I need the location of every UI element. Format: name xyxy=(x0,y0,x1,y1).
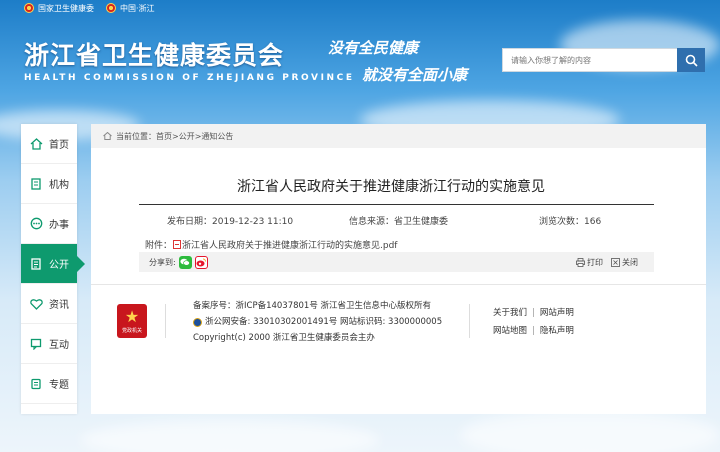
share-bar: 分享到: 打印 关闭 xyxy=(139,252,654,272)
sidebar-item-label: 专题 xyxy=(49,380,69,391)
home-icon xyxy=(29,137,43,151)
chat-icon xyxy=(29,337,43,351)
footer-separator xyxy=(469,304,470,338)
party-government-logo[interactable]: ★ 党政机关 xyxy=(117,304,147,338)
info-source-value: 省卫生健康委 xyxy=(394,217,449,227)
share-label: 分享到: xyxy=(149,257,176,267)
home-icon xyxy=(103,132,112,140)
slogan-line-2: 就没有全面小康 xyxy=(362,66,468,84)
view-count: 浏览次数：166 xyxy=(539,214,601,227)
logo-text: 党政机关 xyxy=(121,327,142,334)
sidebar-item-label: 首页 xyxy=(49,140,69,151)
close-label: 关闭 xyxy=(622,257,638,267)
footer-info: 备案序号：浙ICP备14037801号 浙江省卫生信息中心版权所有 浙公网安备:… xyxy=(193,298,442,346)
site-subtitle: HEALTH COMMISSION OF ZHEJIANG PROVINCE xyxy=(24,73,355,83)
attachment: 附件： 浙江省人民政府关于推进健康浙江行动的实施意见.pdf xyxy=(145,238,397,251)
breadcrumb: 当前位置： 首页 > 公开 > 通知公告 xyxy=(91,124,706,148)
cloud-decoration xyxy=(80,420,380,452)
sidebar-item-topics[interactable]: 专题 xyxy=(21,364,77,404)
attachment-label: 附件： xyxy=(145,241,173,251)
sidebar-item-label: 办事 xyxy=(49,220,69,231)
close-button[interactable]: 关闭 xyxy=(611,257,638,268)
weibo-share-icon[interactable] xyxy=(194,255,208,269)
national-emblem-icon xyxy=(106,3,116,13)
footer: ★ 党政机关 备案序号：浙ICP备14037801号 浙江省卫生信息中心版权所有… xyxy=(91,286,706,360)
footer-separator xyxy=(165,304,166,338)
breadcrumb-separator: > xyxy=(194,131,202,141)
printer-icon xyxy=(576,257,585,267)
link-separator: | xyxy=(532,326,535,336)
star-emblem-icon: ★ xyxy=(124,306,140,326)
sidebar-item-label: 公开 xyxy=(49,260,69,271)
police-record[interactable]: 浙公网安备: 33010302001491号 网站标识码: 3300000005 xyxy=(205,314,442,330)
breadcrumb-public[interactable]: 公开 xyxy=(179,131,195,142)
search-button[interactable] xyxy=(677,48,705,72)
copyright: Copyright(c) 2000 浙江省卫生健康委员会主办 xyxy=(193,333,375,343)
site-statement-link[interactable]: 网站声明 xyxy=(540,308,574,318)
view-count-value: 166 xyxy=(584,217,602,227)
sidebar-item-organization[interactable]: 机构 xyxy=(21,164,77,204)
slogan-line-1: 没有全民健康 xyxy=(328,39,419,57)
publish-date-label: 发布日期： xyxy=(167,217,213,227)
site-title[interactable]: 浙江省卫生健康委员会 xyxy=(24,36,284,72)
document-icon xyxy=(29,257,43,271)
close-icon xyxy=(611,257,620,267)
breadcrumb-separator: > xyxy=(172,131,179,141)
breadcrumb-notices[interactable]: 通知公告 xyxy=(201,131,233,142)
sidebar-item-home[interactable]: 首页 xyxy=(21,124,77,164)
info-source-label: 信息来源： xyxy=(349,217,395,227)
police-badge-icon xyxy=(193,317,202,327)
service-icon xyxy=(29,217,43,231)
breadcrumb-prefix: 当前位置： xyxy=(116,131,156,141)
sidebar-item-label: 资讯 xyxy=(49,300,69,311)
sidebar-item-service[interactable]: 办事 xyxy=(21,204,77,244)
publish-date: 发布日期：2019-12-23 11:10 xyxy=(167,214,293,227)
zhejiang-link[interactable]: 中国·浙江 xyxy=(106,3,155,14)
attachment-link[interactable]: 浙江省人民政府关于推进健康浙江行动的实施意见.pdf xyxy=(182,238,397,251)
link-separator: | xyxy=(532,308,535,318)
heart-icon xyxy=(29,297,43,311)
top-bar: 国家卫生健康委 中国·浙江 xyxy=(0,0,720,16)
nhc-link-label: 国家卫生健康委 xyxy=(38,3,94,13)
wechat-share-icon[interactable] xyxy=(178,255,192,269)
icp-record[interactable]: 备案序号：浙ICP备14037801号 浙江省卫生信息中心版权所有 xyxy=(193,298,442,314)
footer-links: 关于我们 | 网站声明 网站地图 | 隐私声明 xyxy=(493,304,574,340)
share-actions: 打印 关闭 xyxy=(568,257,638,268)
nhc-link[interactable]: 国家卫生健康委 xyxy=(24,3,94,14)
sidebar-item-interaction[interactable]: 互动 xyxy=(21,324,77,364)
national-emblem-icon xyxy=(24,3,34,13)
search-icon xyxy=(685,54,698,67)
print-button[interactable]: 打印 xyxy=(576,257,603,268)
sidebar-item-public[interactable]: 公开 xyxy=(21,244,85,284)
search-input[interactable] xyxy=(502,48,677,72)
zhejiang-link-label: 中国·浙江 xyxy=(120,3,155,13)
main-content: 当前位置： 首页 > 公开 > 通知公告 浙江省人民政府关于推进健康浙江行动的实… xyxy=(91,124,706,414)
sidebar-item-label: 互动 xyxy=(49,340,69,351)
sidebar-item-label: 机构 xyxy=(49,180,69,191)
sidebar-nav: 首页 机构 办事 公开 资讯 互动 专题 xyxy=(21,124,85,414)
building-icon xyxy=(29,177,43,191)
about-us-link[interactable]: 关于我们 xyxy=(493,308,527,318)
article-title: 浙江省人民政府关于推进健康浙江行动的实施意见 xyxy=(237,179,545,195)
site-map-link[interactable]: 网站地图 xyxy=(493,326,527,336)
sidebar-item-news[interactable]: 资讯 xyxy=(21,284,77,324)
info-source: 信息来源：省卫生健康委 xyxy=(349,214,448,227)
police-record-row: 浙公网安备: 33010302001491号 网站标识码: 3300000005 xyxy=(193,314,442,330)
privacy-statement-link[interactable]: 隐私声明 xyxy=(540,326,574,336)
breadcrumb-home[interactable]: 首页 xyxy=(156,131,172,142)
pdf-icon xyxy=(173,240,182,249)
book-icon xyxy=(29,377,43,391)
title-divider xyxy=(139,204,654,205)
footer-divider xyxy=(91,284,706,285)
search-box xyxy=(502,48,705,72)
cloud-decoration xyxy=(460,410,720,452)
view-count-label: 浏览次数： xyxy=(539,217,585,227)
print-label: 打印 xyxy=(587,257,603,267)
publish-date-value: 2019-12-23 11:10 xyxy=(212,217,294,227)
